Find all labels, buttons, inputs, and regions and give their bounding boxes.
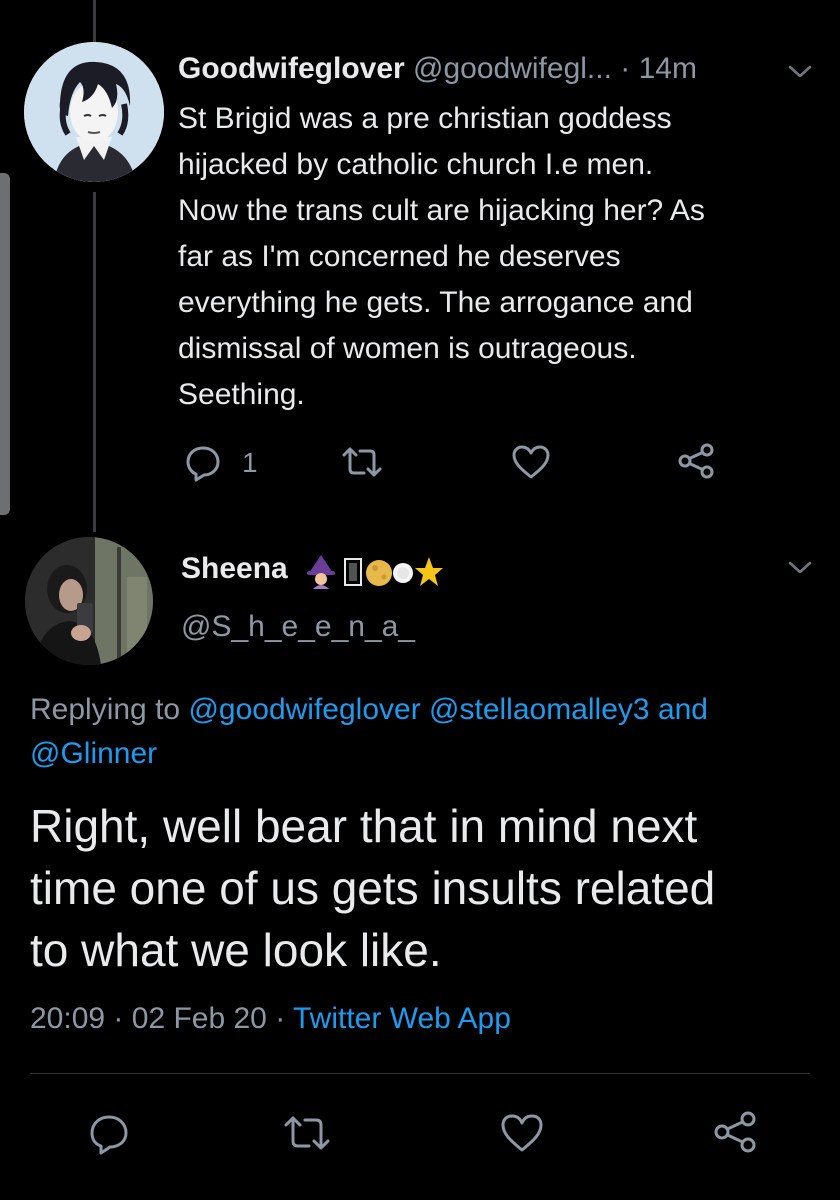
tweet1-line: Now the trans cult are hijacking her? As: [178, 194, 705, 227]
tweet1-line: everything he gets. The arrogance and: [178, 286, 693, 319]
tweet1-line: far as I'm concerned he deserves: [178, 240, 621, 273]
meta-separator: ·: [275, 1002, 286, 1035]
avatar-photo: [25, 537, 153, 665]
like-icon[interactable]: [499, 1113, 545, 1158]
tweet2-meta: 20:09 · 02 Feb 20 · Twitter Web App: [30, 1002, 511, 1036]
tweet1-text: St Brigid was a pre christian goddess hi…: [178, 96, 798, 418]
missing-glyph-icon: [344, 558, 362, 586]
tweet1-header: Goodwifeglover @goodwifegl... · 14m: [178, 52, 818, 96]
thread-line: [93, 192, 96, 532]
tweet2-author-handle[interactable]: @S_h_e_e_n_a_: [181, 610, 415, 644]
tweet1-line: St Brigid was a pre christian goddess: [178, 102, 672, 135]
mention-stellaomalley3[interactable]: @stellaomalley3: [429, 693, 650, 726]
tweet1-separator: ·: [620, 52, 631, 85]
tweet1-author-name[interactable]: Goodwifeglover: [178, 52, 405, 85]
tweet2-line: time one of us gets insults related: [30, 862, 716, 914]
replying-to-line: Replying to @goodwifeglover @stellaomall…: [30, 688, 820, 776]
thread-line-top: [93, 0, 96, 42]
tweet2-author-name[interactable]: Sheena: [181, 552, 288, 586]
divider: [30, 1073, 810, 1074]
share-icon[interactable]: [676, 442, 716, 485]
tweet1-timestamp[interactable]: 14m: [639, 52, 697, 85]
tweet1-line: hijacked by catholic church I.e men.: [178, 148, 654, 181]
chevron-down-icon[interactable]: [786, 62, 814, 87]
chevron-down-icon[interactable]: [786, 558, 814, 583]
tweet2-line: to what we look like.: [30, 924, 442, 976]
tweet2-time[interactable]: 20:09: [30, 1002, 105, 1035]
tweet2-date[interactable]: 02 Feb 20: [132, 1002, 267, 1035]
share-icon[interactable]: [712, 1110, 758, 1159]
name-emoji-row: [305, 553, 443, 589]
tweet1-line: dismissal of women is outrageous.: [178, 332, 637, 365]
scroll-edge-tab[interactable]: [0, 173, 10, 515]
full-moon-icon: [366, 560, 392, 586]
retweet-icon[interactable]: [282, 1114, 332, 1157]
reply-icon[interactable]: [87, 1112, 131, 1161]
replying-prefix: Replying to: [30, 693, 181, 726]
tweet-thread-screen: Goodwifeglover @goodwifegl... · 14m St B…: [0, 0, 840, 1200]
sun-icon: [393, 563, 413, 583]
retweet-icon[interactable]: [340, 445, 384, 484]
mention-glinner[interactable]: @Glinner: [30, 737, 157, 770]
tweet1-author-handle[interactable]: @goodwifegl...: [413, 52, 612, 85]
avatar-sheena[interactable]: [25, 537, 153, 665]
like-icon[interactable]: [511, 444, 551, 485]
mention-goodwifeglover[interactable]: @goodwifeglover: [188, 693, 420, 726]
replying-and[interactable]: and: [658, 693, 708, 726]
meta-separator: ·: [113, 1002, 124, 1035]
mage-emoji-icon: [307, 555, 335, 589]
avatar-illustration: [24, 42, 164, 182]
reply-count: 1: [242, 447, 258, 478]
tweet1-line: Seething.: [178, 378, 305, 411]
tweet2-line: Right, well bear that in mind next: [30, 800, 698, 852]
avatar-goodwifeglover[interactable]: [24, 42, 164, 182]
reply-icon[interactable]: [183, 443, 223, 488]
tweet2-source[interactable]: Twitter Web App: [293, 1002, 511, 1035]
tweet2-text: Right, well bear that in mind next time …: [30, 795, 820, 981]
star-icon: [415, 557, 443, 586]
